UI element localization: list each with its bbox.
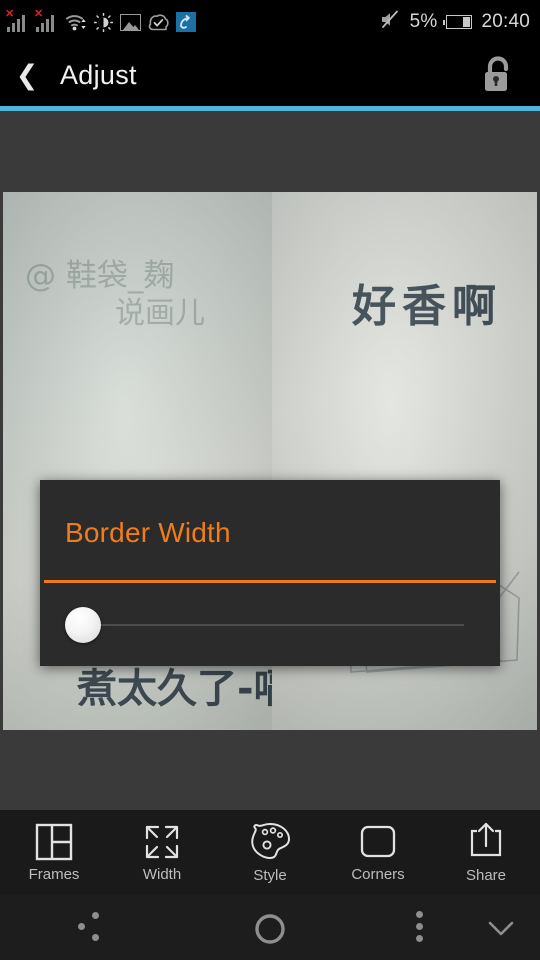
pane-left-text-1: @ 鞋袋_麹 [25,258,175,294]
wifi-icon [65,13,87,31]
dialog-title: Border Width [65,517,231,548]
pane-right-text-1: 好香啊 [352,281,502,332]
slider-track[interactable] [84,624,464,626]
tool-share[interactable]: Share [432,810,540,884]
tool-share-label: Share [465,867,507,884]
unlock-icon[interactable] [478,52,518,98]
tool-corners[interactable]: Corners [324,810,432,883]
recents-dots-icon[interactable] [78,909,114,945]
tool-frames-label: Frames [28,866,80,883]
title-bar: ❮ Adjust [0,44,540,106]
share-upload-icon [466,819,506,863]
frames-grid-icon [34,819,74,865]
clock: 20:40 [481,11,530,32]
tool-style-label: Style [253,867,287,884]
status-bar: ✕ ✕ 5% 20:40 [0,0,540,44]
chevron-down-icon[interactable] [484,913,518,943]
signal-1-icon: ✕ [5,9,29,32]
bottom-toolbar: Frames Width Style Corners Share [0,810,540,895]
battery-percent: 5% [409,11,438,32]
tool-width[interactable]: Width [108,810,216,883]
blue-app-icon [176,12,196,32]
signal-2-icon: ✕ [34,9,58,32]
home-circle-icon[interactable] [252,911,288,947]
brightness-icon [93,12,114,32]
pane-left-text-2: 说画儿 [115,296,205,331]
collage-canvas: @ 鞋袋_麹 说画儿 煮太久了-嗝 好香啊 Border Width [0,111,540,810]
tool-style[interactable]: Style [216,810,324,884]
expand-arrows-icon [142,819,182,865]
back-chevron-icon[interactable]: ❮ [6,60,48,91]
status-bar-right-icons: 5% 20:40 [379,10,540,34]
battery-icon [443,15,473,29]
cloud-check-icon [148,13,169,32]
tool-corners-label: Corners [351,866,405,883]
tool-width-label: Width [142,866,182,883]
palette-icon [248,819,292,863]
mute-icon [379,10,401,34]
status-bar-left-icons: ✕ ✕ [0,9,196,32]
navigation-bar [0,895,540,960]
overflow-menu-icon[interactable] [404,909,436,945]
rounded-square-icon [358,819,398,865]
screen: ✕ ✕ 5% 20:40 ❮ Adjust @ 鞋袋_麹 说画儿 煮太久了-嗝 … [0,0,540,960]
gallery-icon [120,13,141,31]
border-width-dialog: Border Width [40,480,500,666]
border-width-slider[interactable] [40,583,500,666]
slider-thumb[interactable] [65,607,101,643]
page-title: Adjust [60,59,137,90]
tool-frames[interactable]: Frames [0,810,108,883]
